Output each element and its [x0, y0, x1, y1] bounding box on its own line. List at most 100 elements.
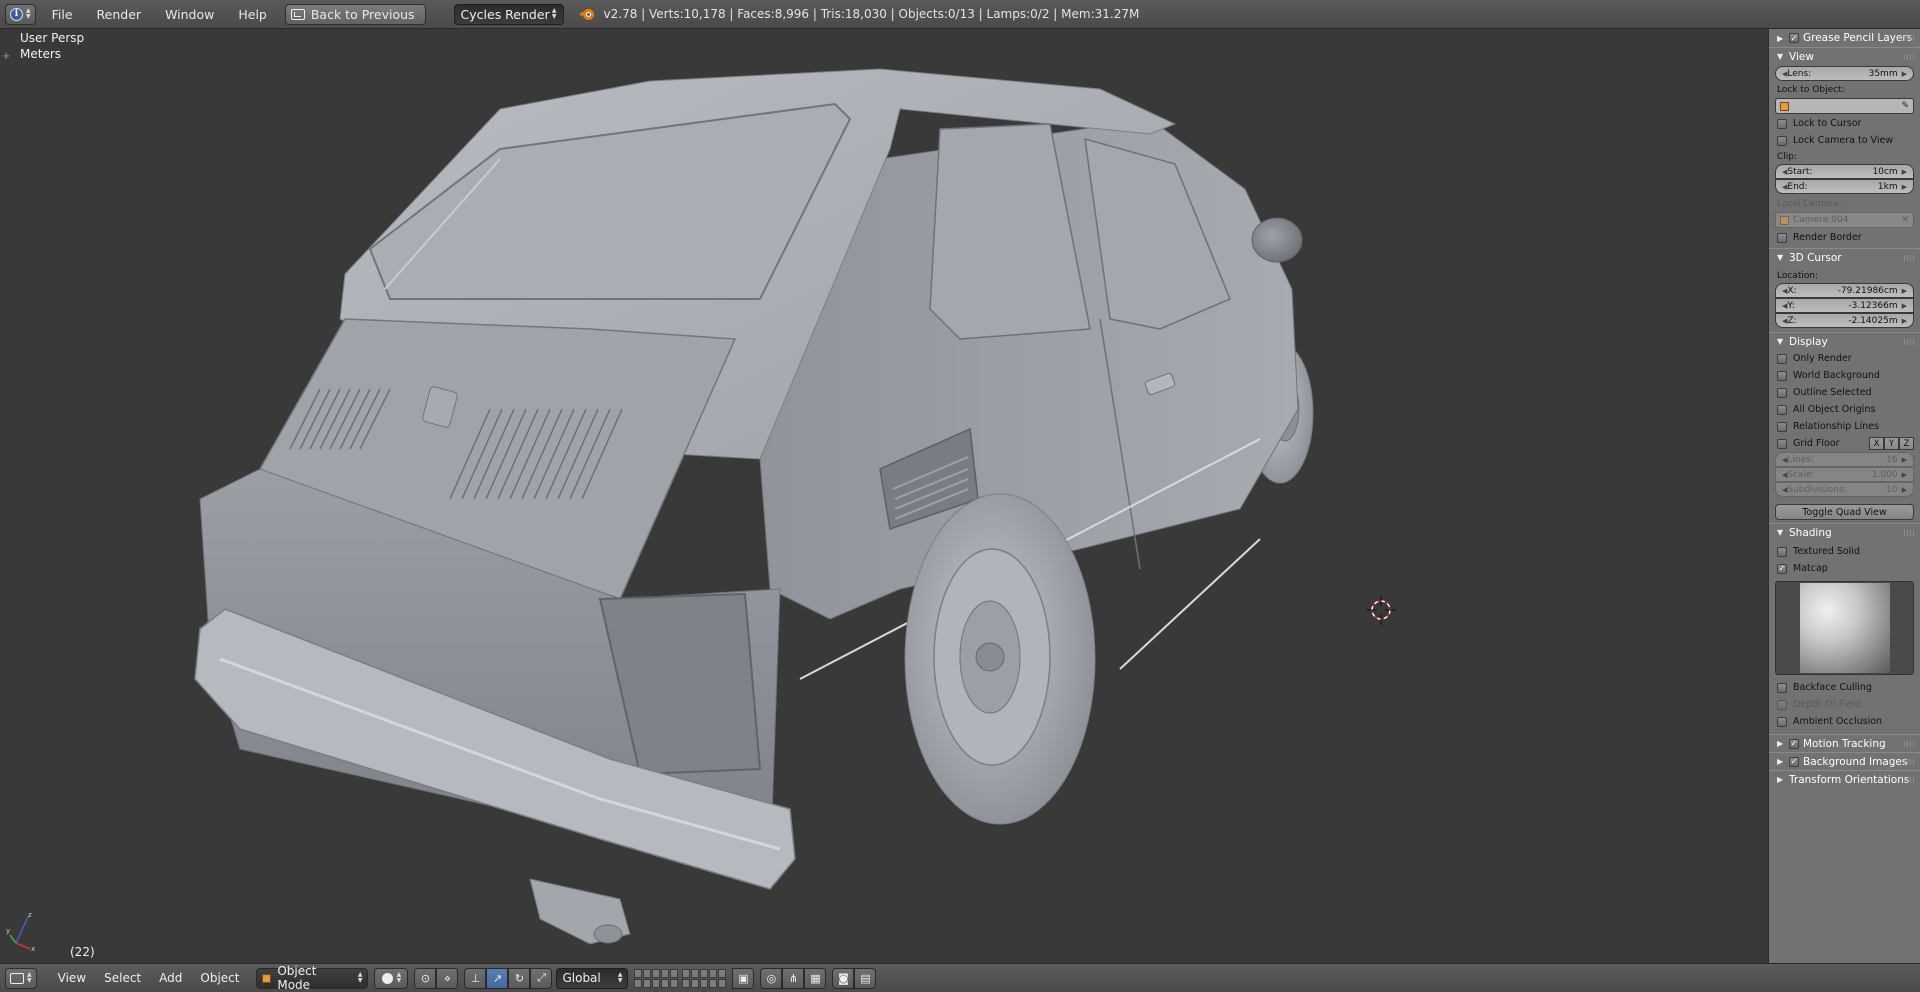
matcap-checkbox[interactable]: ✓ — [1777, 563, 1787, 574]
drag-grip-icon[interactable] — [1904, 759, 1914, 765]
viewport-shading-select[interactable]: ▲ ▼ — [374, 967, 409, 989]
outline-selected-row[interactable]: Outline Selected — [1769, 384, 1920, 401]
collapsed-triangle-icon: ▶ — [1777, 33, 1784, 43]
matcap-row[interactable]: ✓ Matcap — [1769, 560, 1920, 577]
scene-layers[interactable] — [634, 968, 727, 988]
render-border-checkbox[interactable] — [1777, 232, 1787, 243]
object-mode-icon — [262, 973, 272, 983]
ambient-occlusion-row[interactable]: Ambient Occlusion — [1769, 713, 1920, 730]
lock-camera-checkbox[interactable] — [1777, 135, 1787, 146]
lock-object-field[interactable]: ✎ — [1775, 98, 1914, 114]
screen-back-icon — [290, 8, 305, 20]
lock-to-cursor-row[interactable]: Lock to Cursor — [1769, 115, 1920, 132]
lock-camera-row[interactable]: Lock Camera to View — [1769, 132, 1920, 149]
drag-grip-icon[interactable] — [1904, 339, 1914, 345]
menu-render[interactable]: Render — [85, 0, 154, 29]
snap-group: ◎ ⋔ ▦ — [760, 967, 827, 989]
rotate-manipulator-button[interactable]: ↻ — [508, 967, 531, 989]
cursor-x-field[interactable]: ◀ X: -79.21986cm ▶ — [1775, 283, 1914, 298]
menu-add[interactable]: Add — [150, 964, 191, 992]
section-3d-cursor[interactable]: ▼ 3D Cursor — [1769, 248, 1920, 266]
cursor-z-field[interactable]: ◀ Z: -2.14025m ▶ — [1775, 313, 1914, 328]
layer-lock-button[interactable]: ▣ — [732, 967, 755, 989]
snap-toggle-button[interactable]: ⋔ — [782, 967, 805, 989]
axis-x-toggle[interactable]: X — [1869, 437, 1884, 450]
drag-grip-icon[interactable] — [1904, 741, 1914, 747]
menu-select[interactable]: Select — [95, 964, 150, 992]
section-shading[interactable]: ▼ Shading — [1769, 523, 1920, 541]
scale-manipulator-button[interactable]: ⤢ — [530, 967, 553, 989]
menu-object[interactable]: Object — [191, 964, 248, 992]
ambient-occlusion-checkbox[interactable] — [1777, 716, 1787, 727]
lens-field[interactable]: ◀ Lens: 35mm ▶ — [1775, 66, 1914, 81]
menu-view[interactable]: View — [49, 964, 95, 992]
lock-to-cursor-checkbox[interactable] — [1777, 118, 1787, 129]
cursor-y-field[interactable]: ◀ Y: -3.12366m ▶ — [1775, 298, 1914, 313]
axis-z-toggle[interactable]: Z — [1899, 437, 1914, 450]
back-to-previous-button[interactable]: Back to Previous — [284, 3, 426, 25]
relationship-lines-row[interactable]: Relationship Lines — [1769, 418, 1920, 435]
menu-help[interactable]: Help — [226, 0, 279, 29]
layer-block-2[interactable] — [682, 968, 727, 988]
textured-solid-checkbox[interactable] — [1777, 546, 1787, 557]
all-object-origins-checkbox[interactable] — [1777, 404, 1787, 415]
clip-start-field[interactable]: ◀ Start: 10cm ▶ — [1775, 164, 1914, 179]
axis-y-toggle[interactable]: Y — [1884, 437, 1899, 450]
motion-tracking-checkbox[interactable]: ✓ — [1789, 738, 1799, 749]
manipulate-center-button[interactable]: ⋄ — [436, 967, 459, 989]
cursor-y-label: Y: — [1787, 300, 1795, 311]
section-background-images[interactable]: ▶ ✓ Background Images — [1769, 752, 1920, 770]
opengl-render-animation-button[interactable]: ▤ — [854, 967, 877, 989]
opengl-render-image-button[interactable]: ◙ — [832, 967, 855, 989]
3d-viewport[interactable]: + User Persp Meters z y x (22) — [0, 29, 1768, 963]
section-transform-orientations[interactable]: ▶ Transform Orientations — [1769, 770, 1920, 788]
menu-file[interactable]: File — [40, 0, 85, 29]
backface-culling-checkbox[interactable] — [1777, 682, 1787, 693]
backface-culling-row[interactable]: Backface Culling — [1769, 679, 1920, 696]
render-border-label: Render Border — [1793, 232, 1862, 243]
pivot-point-button[interactable]: ⊙ — [414, 967, 437, 989]
drag-grip-icon[interactable] — [1904, 255, 1914, 261]
drag-grip-icon[interactable] — [1904, 54, 1914, 60]
render-border-row[interactable]: Render Border — [1769, 229, 1920, 246]
toggle-quad-view-button[interactable]: Toggle Quad View — [1775, 504, 1914, 520]
grid-floor-checkbox[interactable] — [1777, 438, 1787, 449]
layer-block-1[interactable] — [634, 968, 679, 988]
ambient-occlusion-label: Ambient Occlusion — [1793, 716, 1883, 727]
eyedropper-icon[interactable]: ✎ — [1901, 101, 1909, 111]
only-render-row[interactable]: Only Render — [1769, 350, 1920, 367]
translate-manipulator-button[interactable]: ↗ — [486, 967, 509, 989]
only-render-checkbox[interactable] — [1777, 353, 1787, 364]
relationship-lines-checkbox[interactable] — [1777, 421, 1787, 432]
lens-value: 35mm — [1868, 68, 1898, 79]
section-grease-pencil[interactable]: ▶ ✓ Grease Pencil Layers — [1769, 29, 1920, 47]
section-display[interactable]: ▼ Display — [1769, 332, 1920, 350]
clear-icon: ✕ — [1901, 215, 1909, 225]
solid-shading-button[interactable]: ▲ ▼ — [374, 967, 409, 989]
matcap-preview[interactable] — [1775, 581, 1914, 675]
manipulator-toggle-button[interactable]: ⊥ — [464, 967, 487, 989]
grid-floor-row[interactable]: Grid Floor X Y Z — [1769, 435, 1920, 452]
render-engine-select[interactable]: Cycles Render ▲ ▼ — [453, 3, 564, 25]
section-motion-tracking[interactable]: ▶ ✓ Motion Tracking — [1769, 734, 1920, 752]
drag-grip-icon[interactable] — [1904, 777, 1914, 783]
editor-type-button[interactable]: i ▲ ▼ — [5, 3, 36, 25]
editor-type-button[interactable]: ▲ ▼ — [5, 967, 37, 989]
textured-solid-row[interactable]: Textured Solid — [1769, 543, 1920, 560]
drag-grip-icon[interactable] — [1904, 530, 1914, 536]
menu-window[interactable]: Window — [153, 0, 226, 29]
transform-orientation-select[interactable]: Global ▲ ▼ — [556, 967, 629, 989]
outline-selected-checkbox[interactable] — [1777, 387, 1787, 398]
all-object-origins-row[interactable]: All Object Origins — [1769, 401, 1920, 418]
drag-grip-icon[interactable] — [1904, 35, 1914, 41]
section-view[interactable]: ▼ View — [1769, 47, 1920, 65]
clip-end-field[interactable]: ◀ End: 1km ▶ — [1775, 179, 1914, 194]
interaction-mode-select[interactable]: Object Mode ▲ ▼ — [256, 964, 369, 992]
background-images-checkbox[interactable]: ✓ — [1789, 756, 1799, 767]
proportional-edit-button[interactable]: ◎ — [760, 967, 783, 989]
snap-element-button[interactable]: ▦ — [804, 967, 827, 989]
grease-pencil-checkbox[interactable]: ✓ — [1789, 33, 1799, 43]
world-background-checkbox[interactable] — [1777, 370, 1787, 381]
world-background-row[interactable]: World Background — [1769, 367, 1920, 384]
3d-cursor-icon[interactable] — [1366, 595, 1396, 625]
